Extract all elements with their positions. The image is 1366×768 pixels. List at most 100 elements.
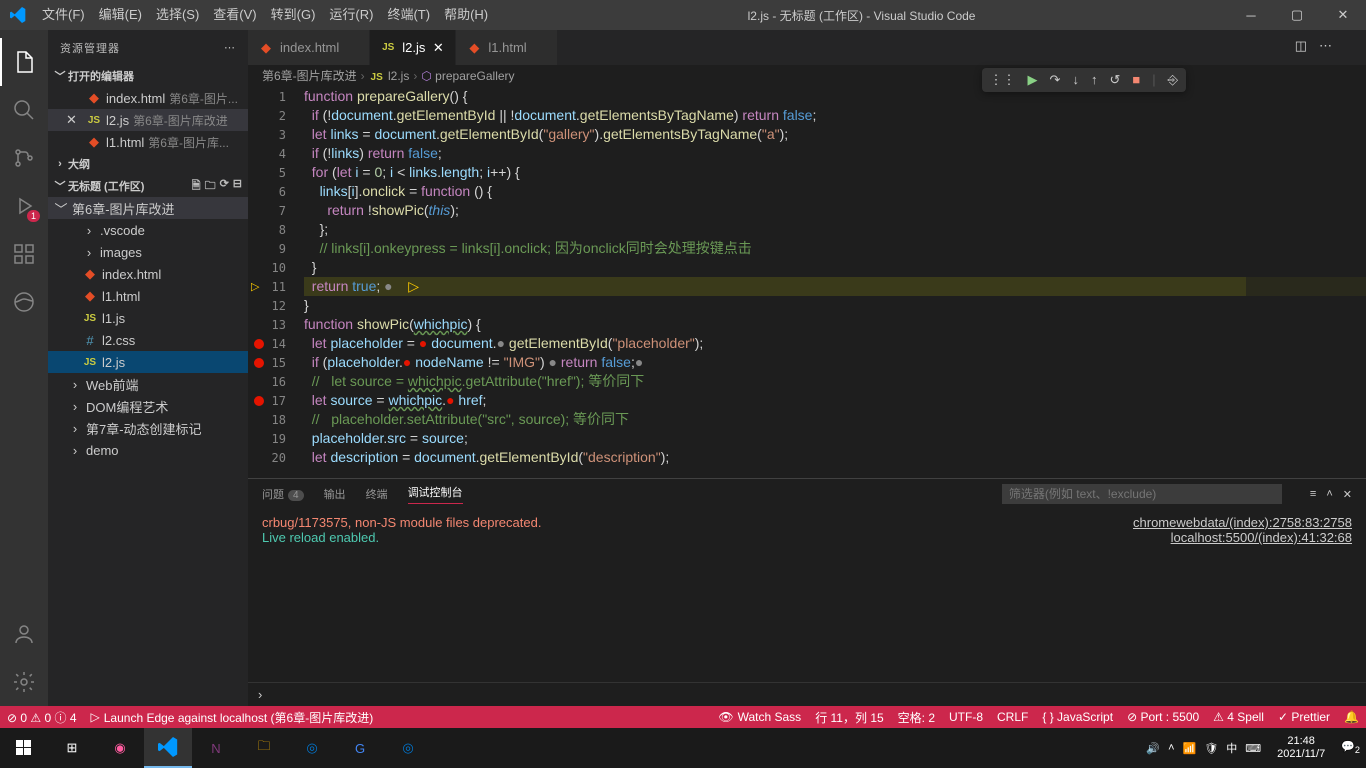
search-icon[interactable] [0, 86, 48, 134]
menu-item[interactable]: 终端(T) [380, 0, 437, 30]
open-editors-section[interactable]: ﹀打开的编辑器 [48, 65, 248, 87]
debug-console-tab[interactable]: 调试控制台 [408, 484, 463, 504]
menu-item[interactable]: 文件(F) [35, 0, 92, 30]
tray-wifi-icon[interactable]: 📶 [1183, 742, 1197, 755]
status-watch-sass[interactable]: 👁 Watch Sass [711, 710, 808, 724]
stop-icon[interactable]: ■ [1132, 72, 1140, 88]
status-cursor-pos[interactable]: 行 11，列 15 [808, 709, 890, 726]
tree-item[interactable]: JSl2.js [48, 351, 248, 373]
step-out-icon[interactable]: ↑ [1091, 72, 1098, 88]
terminal-tab[interactable]: 终端 [366, 486, 388, 502]
menu-item[interactable]: 运行(R) [322, 0, 380, 30]
tray-keyboard-icon[interactable]: ⌨ [1245, 742, 1261, 755]
status-eol[interactable]: CRLF [990, 710, 1035, 724]
refresh-icon[interactable]: ⟳ [220, 177, 229, 196]
problems-tab[interactable]: 问题4 [262, 486, 304, 502]
start-button[interactable] [0, 728, 48, 768]
status-indent[interactable]: 空格: 2 [891, 709, 942, 726]
tree-item[interactable]: ›DOM编程艺术 [48, 395, 248, 417]
status-errors[interactable]: ⊘ 0 ⚠ 0 ⓘ 4 [0, 709, 84, 726]
debug-console-input[interactable]: › [248, 682, 1366, 706]
taskbar-edge-2[interactable]: ◎ [384, 728, 432, 768]
tree-folder-root[interactable]: ﹀第6章-图片库改进 [48, 197, 248, 219]
menu-bar: 文件(F)编辑(E)选择(S)查看(V)转到(G)运行(R)终端(T)帮助(H) [35, 0, 495, 30]
split-editor-icon[interactable]: ◫ [1295, 38, 1307, 54]
taskbar-explorer[interactable]: 🗀 [240, 728, 288, 768]
new-file-icon[interactable]: 🗎 [192, 177, 201, 196]
source-control-icon[interactable] [0, 134, 48, 182]
tree-item[interactable]: ›.vscode [48, 219, 248, 241]
menu-item[interactable]: 帮助(H) [437, 0, 495, 30]
close-button[interactable]: ✕ [1320, 0, 1366, 30]
editor-tab[interactable]: JSl2.js✕ [370, 30, 456, 65]
step-over-icon[interactable]: ↷ [1050, 72, 1061, 88]
panel-list-icon[interactable]: ≡ [1310, 488, 1316, 501]
taskbar-onenote[interactable]: N [192, 728, 240, 768]
edge-icon[interactable] [0, 278, 48, 326]
panel-caret-icon[interactable]: ˄ [1326, 488, 1332, 501]
taskbar-app-1[interactable]: ◉ [96, 728, 144, 768]
account-icon[interactable] [0, 610, 48, 658]
menu-item[interactable]: 编辑(E) [92, 0, 149, 30]
maximize-button[interactable]: ▢ [1274, 0, 1320, 30]
tree-item[interactable]: ›demo [48, 439, 248, 461]
more-icon[interactable]: ⋯ [224, 41, 236, 54]
tray-shield-icon[interactable]: 🛡 [1204, 742, 1218, 755]
step-into-icon[interactable]: ↓ [1072, 72, 1079, 88]
status-spell[interactable]: ⚠ 4 Spell [1206, 710, 1271, 724]
tray-clock[interactable]: 21:482021/11/7 [1269, 735, 1333, 761]
debug-console-icon[interactable]: ⎆ [1168, 72, 1178, 88]
menu-item[interactable]: 选择(S) [149, 0, 206, 30]
task-view-icon[interactable]: ⊞ [48, 728, 96, 768]
status-port[interactable]: ⊘ Port : 5500 [1120, 710, 1206, 724]
open-editor-item[interactable]: ✕◆l1.html 第6章-图片库... [48, 131, 248, 153]
sidebar: 资源管理器⋯ ﹀打开的编辑器 ✕◆index.html 第6章-图片...✕JS… [48, 30, 248, 706]
tree-item[interactable]: #l2.css [48, 329, 248, 351]
menu-item[interactable]: 查看(V) [206, 0, 263, 30]
tray-speaker-icon[interactable]: 🔊 [1146, 742, 1160, 755]
continue-icon[interactable]: ▶ [1028, 72, 1038, 88]
status-encoding[interactable]: UTF-8 [942, 710, 990, 724]
panel-filter-input[interactable] [1002, 484, 1282, 504]
tree-item[interactable]: ›Web前端 [48, 373, 248, 395]
editor-toolbar: ◫ ⋯ [1289, 32, 1338, 60]
minimize-button[interactable]: ─ [1228, 0, 1274, 30]
code-editor[interactable]: function prepareGallery() { if (!documen… [304, 87, 1366, 478]
open-editor-item[interactable]: ✕JSl2.js 第6章-图片库改进 [48, 109, 248, 131]
status-bell-icon[interactable]: 🔔 [1337, 710, 1366, 724]
taskbar-edge-1[interactable]: ◎ [288, 728, 336, 768]
taskbar-app-g[interactable]: G [336, 728, 384, 768]
tree-item[interactable]: ◆l1.html [48, 285, 248, 307]
editor-tab[interactable]: ◆l1.html [456, 30, 557, 65]
tree-item[interactable]: JSl1.js [48, 307, 248, 329]
minimap[interactable] [1246, 144, 1366, 344]
status-language[interactable]: { } JavaScript [1035, 710, 1120, 724]
tree-item[interactable]: ›images [48, 241, 248, 263]
tree-item[interactable]: ◆index.html [48, 263, 248, 285]
extensions-icon[interactable] [0, 230, 48, 278]
tray-ime[interactable]: 中 [1226, 740, 1237, 756]
restart-icon[interactable]: ↺ [1109, 72, 1120, 88]
line-gutter[interactable]: 12345678910▷11121314151617181920 [248, 87, 304, 478]
taskbar-vscode[interactable] [144, 728, 192, 768]
breadcrumb[interactable]: 第6章-图片库改进›JS l2.js›⬡ prepareGallery [248, 65, 1366, 87]
explorer-icon[interactable] [0, 38, 48, 86]
editor-tab[interactable]: ◆index.html [248, 30, 370, 65]
drag-handle-icon[interactable]: ⋮⋮ [990, 72, 1016, 88]
settings-gear-icon[interactable] [0, 658, 48, 706]
collapse-icon[interactable]: ⊟ [233, 177, 242, 196]
panel-close-icon[interactable]: ✕ [1343, 488, 1352, 501]
tray-notifications[interactable]: 💬2 [1341, 740, 1360, 755]
outline-section[interactable]: ›大纲 [48, 153, 248, 175]
new-folder-icon[interactable]: 🗀 [205, 177, 216, 196]
workspace-section[interactable]: ﹀无标题 (工作区) 🗎🗀⟳⊟ [48, 175, 248, 197]
status-prettier[interactable]: ✓ Prettier [1271, 710, 1337, 724]
tray-chevron-icon[interactable]: ˄ [1168, 742, 1174, 754]
output-tab[interactable]: 输出 [324, 486, 346, 502]
debug-icon[interactable]: 1 [0, 182, 48, 230]
more-actions-icon[interactable]: ⋯ [1319, 38, 1332, 54]
status-launch[interactable]: ▷ Launch Edge against localhost (第6章-图片库… [84, 709, 381, 726]
menu-item[interactable]: 转到(G) [264, 0, 323, 30]
tree-item[interactable]: ›第7章-动态创建标记 [48, 417, 248, 439]
open-editor-item[interactable]: ✕◆index.html 第6章-图片... [48, 87, 248, 109]
